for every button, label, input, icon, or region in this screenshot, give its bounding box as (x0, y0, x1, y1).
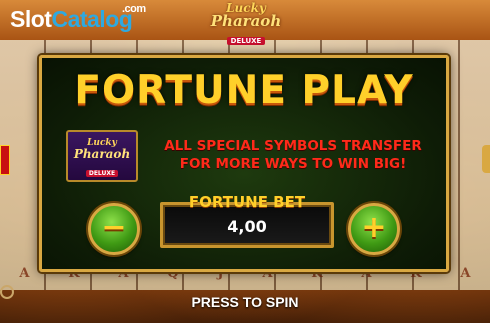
reel-symbol: A (460, 265, 471, 281)
right-side-tab (482, 145, 490, 173)
game-logo-line2: Pharaoh (210, 12, 282, 30)
decrease-bet-button[interactable]: − (88, 203, 140, 255)
watermark-suffix: .com (122, 3, 146, 15)
bet-value: 4,00 (227, 217, 267, 236)
description-line1: ALL SPECIAL SYMBOLS TRANSFER (164, 138, 422, 154)
thumbnail-badge: DELUXE (85, 170, 119, 177)
thumbnail-line2: Pharaoh (73, 147, 131, 161)
dialog-description: ALL SPECIAL SYMBOLS TRANSFER FOR MORE WA… (148, 137, 438, 173)
game-thumbnail: Lucky Pharaoh DELUXE (66, 130, 138, 182)
reel-symbol: A (19, 265, 30, 281)
left-side-tab (0, 145, 10, 175)
press-to-spin-prompt[interactable]: PRESS TO SPIN (0, 294, 490, 310)
dialog-title: FORTUNE PLAY (74, 68, 414, 113)
game-logo: Lucky Pharaoh DELUXE (200, 2, 292, 45)
watermark-logo: SlotCatalog .com (10, 3, 146, 33)
watermark-part1: Slot (10, 6, 52, 32)
plus-icon: + (361, 210, 387, 245)
game-logo-badge: DELUXE (226, 37, 266, 45)
watermark-part2: Catalog (51, 6, 133, 32)
minus-icon: − (101, 210, 127, 245)
description-line2: FOR MORE WAYS TO WIN BIG! (179, 156, 407, 172)
increase-bet-button[interactable]: + (348, 203, 400, 255)
fortune-play-dialog: FORTUNE PLAY Lucky Pharaoh DELUXE ALL SP… (39, 55, 449, 272)
bet-label: FORTUNE BET (188, 193, 306, 211)
